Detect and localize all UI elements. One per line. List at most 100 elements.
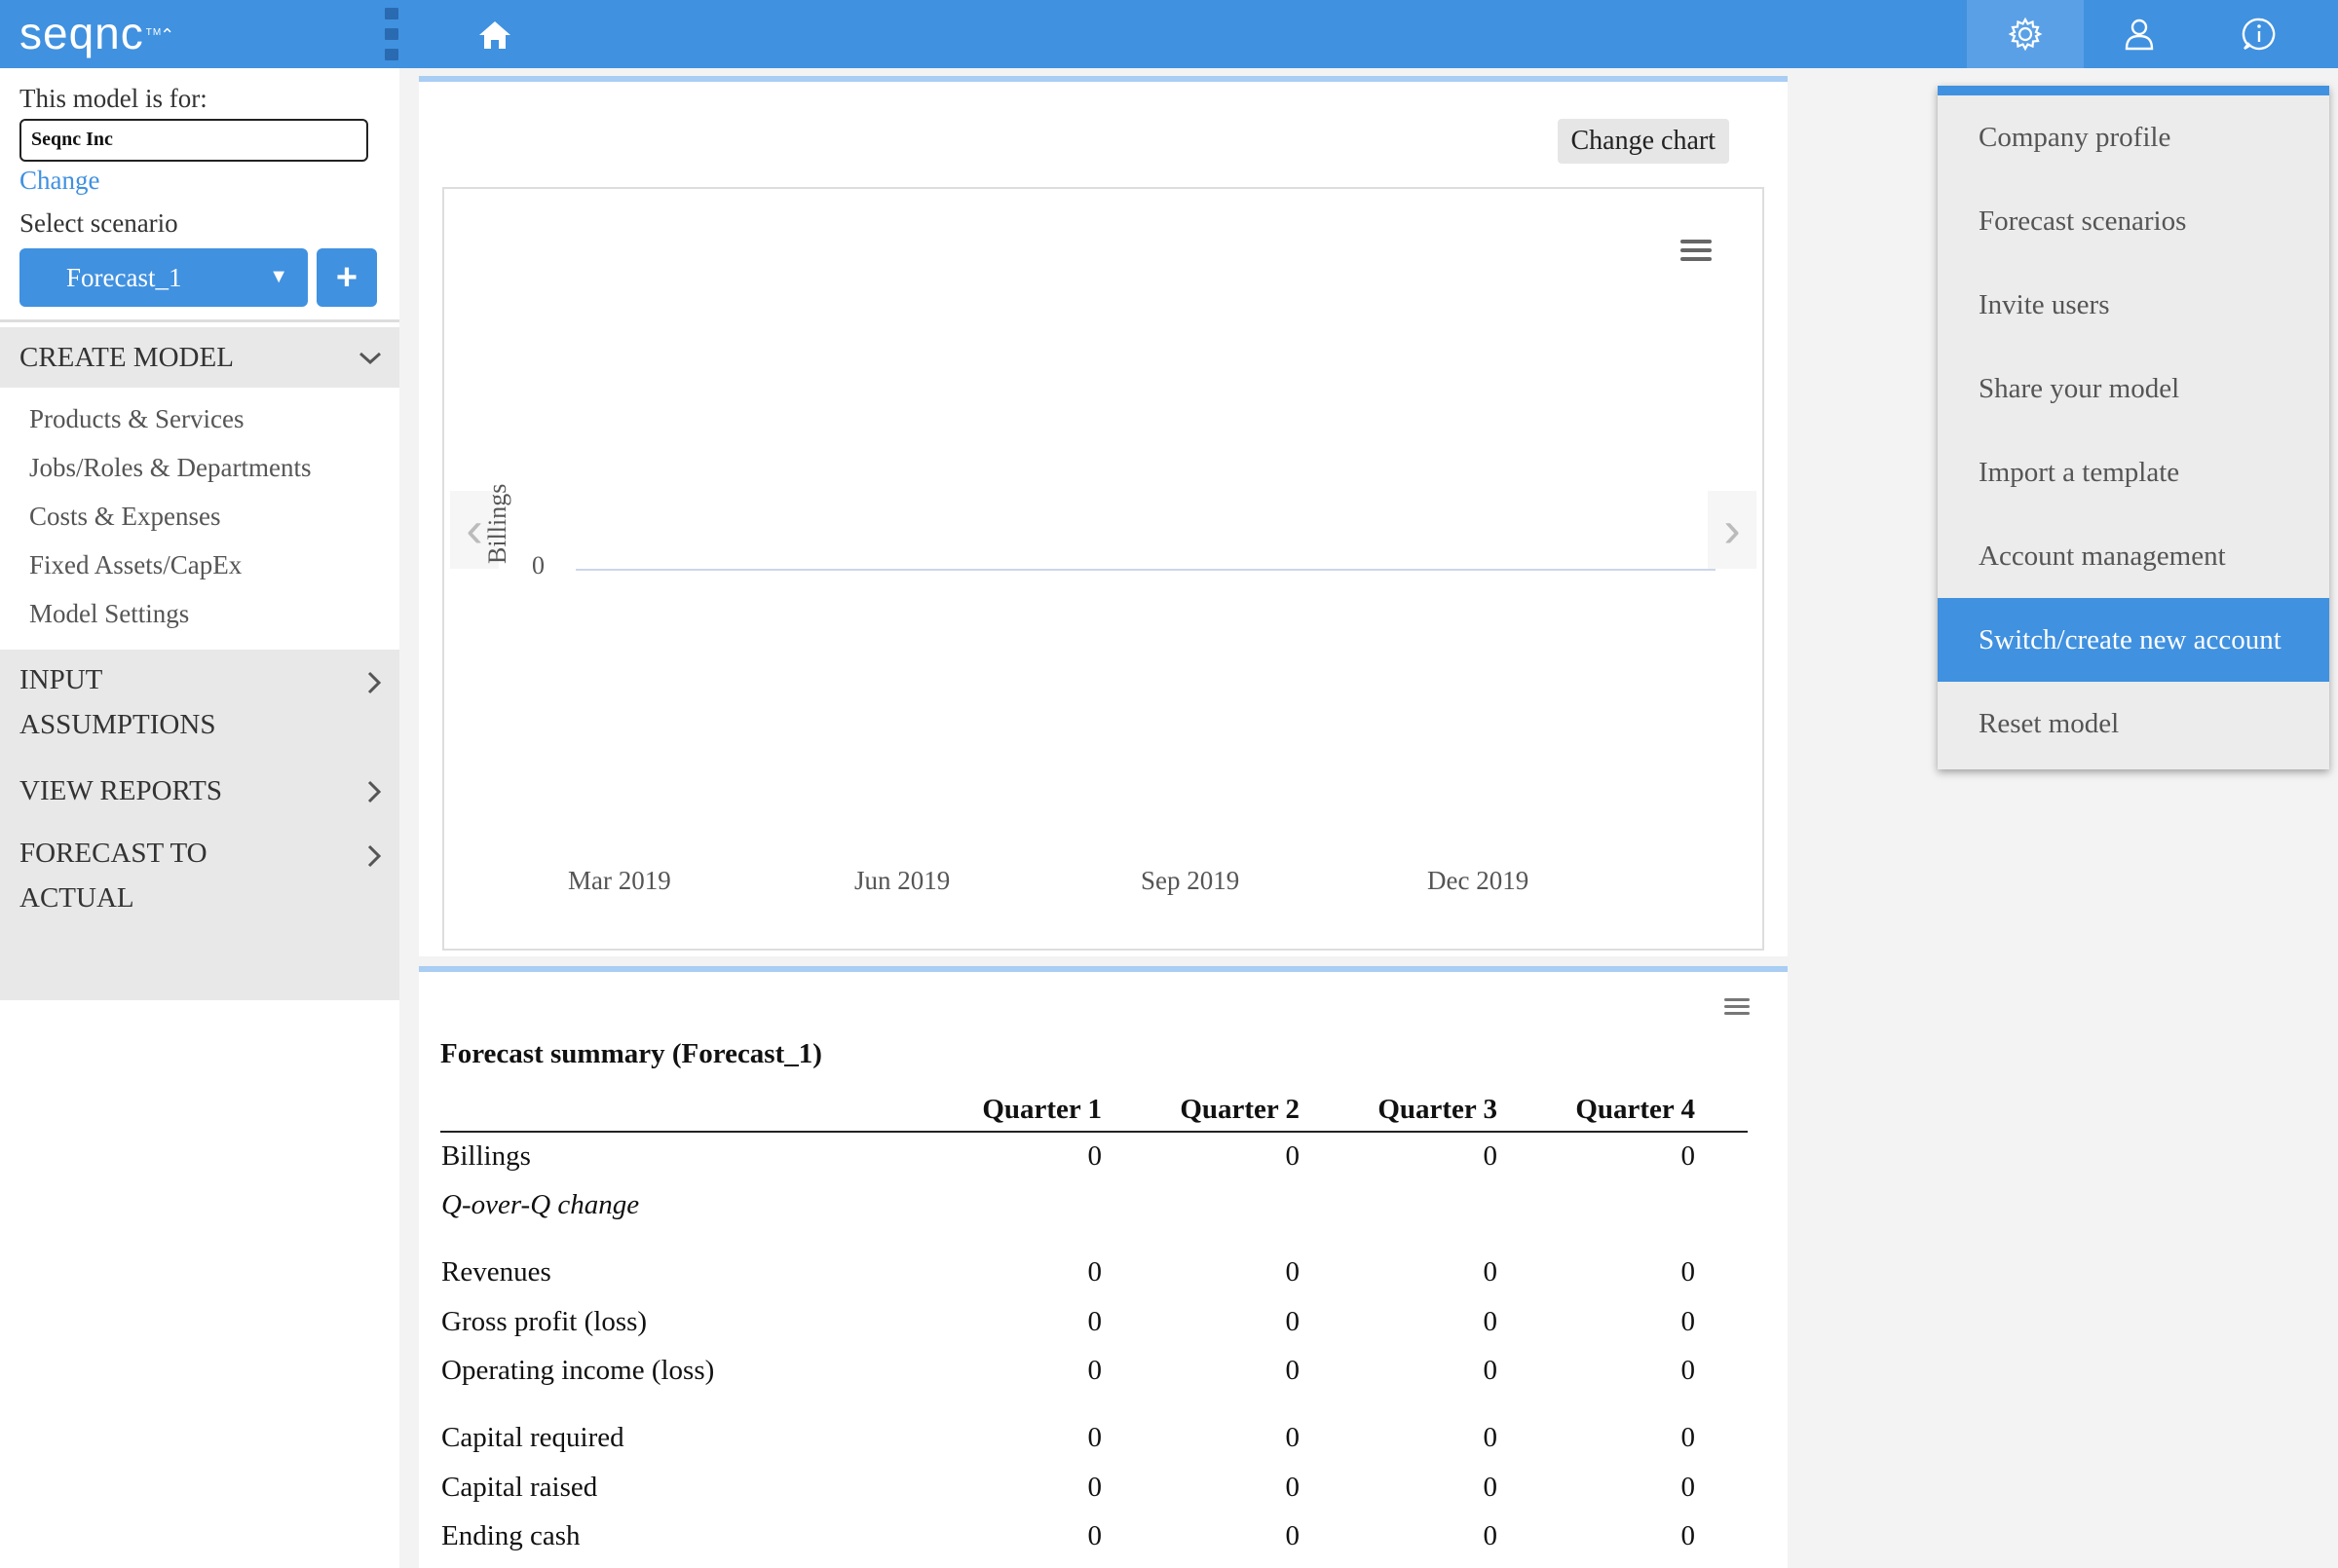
row-label: Billings xyxy=(441,1140,531,1172)
row-label: Gross profit (loss) xyxy=(441,1305,648,1337)
row-label: Q-over-Q change xyxy=(441,1188,640,1220)
sidebar-item-costs-expenses[interactable]: Costs & Expenses xyxy=(29,502,221,532)
cell-value: 0 xyxy=(1483,1140,1498,1172)
chart-x-tick-label: Sep 2019 xyxy=(1141,866,1240,895)
table-row: Billings 0 0 0 0 xyxy=(440,1132,1748,1180)
cell-value: 0 xyxy=(1483,1471,1498,1503)
table-header-blank xyxy=(440,1089,957,1132)
chart-next-arrow-icon[interactable]: › xyxy=(1708,491,1756,569)
cell-value: 0 xyxy=(1680,1354,1696,1386)
cell-value: 0 xyxy=(1483,1256,1498,1288)
sidebar-section-label: ACTUAL xyxy=(19,882,134,914)
home-icon xyxy=(479,21,510,49)
forecast-summary-card: Forecast summary (Forecast_1) Quarter 1 … xyxy=(419,966,1788,1568)
chart-x-tick-label: Dec 2019 xyxy=(1427,866,1529,895)
table-row: Q-over-Q change xyxy=(440,1180,1748,1229)
sidebar-divider xyxy=(0,319,399,322)
cell-value xyxy=(1352,1180,1550,1229)
user-icon xyxy=(2125,19,2154,51)
menu-item-forecast-scenarios[interactable]: Forecast scenarios xyxy=(1938,179,2329,263)
cell-value: 0 xyxy=(1680,1471,1696,1503)
cell-value: 0 xyxy=(1680,1422,1696,1453)
menu-item-invite-users[interactable]: Invite users xyxy=(1938,263,2329,347)
chart-zero-line xyxy=(576,569,1716,571)
gear-icon xyxy=(2008,17,2043,52)
sidebar-section-forecast-to-actual[interactable]: FORECAST TO ACTUAL xyxy=(19,831,399,940)
cell-value: 0 xyxy=(1285,1256,1301,1288)
cell-value: 0 xyxy=(1285,1422,1301,1453)
table-row: Capital raised 0 0 0 0 xyxy=(440,1463,1748,1512)
model-for-label: This model is for: xyxy=(19,84,207,113)
seqnc-logo[interactable]: seqnc TM ⌃ xyxy=(19,4,174,62)
table-row: Operating income (loss) 0 0 0 0 xyxy=(440,1346,1748,1395)
home-button[interactable] xyxy=(475,18,514,53)
table-row: Revenues 0 0 0 0 xyxy=(440,1229,1748,1297)
summary-menu-icon[interactable] xyxy=(1723,995,1751,1017)
cell-value: 0 xyxy=(1285,1305,1301,1337)
caret-down-icon: ▼ xyxy=(269,266,288,287)
chart-card: Change chart ‹ › Billings 0 Mar 2019 Jun… xyxy=(419,76,1788,956)
table-row: Capital required 0 0 0 0 xyxy=(440,1395,1748,1463)
sidebar: This model is for: Seqnc Inc Change Sele… xyxy=(0,68,399,1568)
chevron-down-icon xyxy=(358,352,382,365)
info-button[interactable] xyxy=(2201,0,2318,68)
sidebar-section-label: INPUT xyxy=(19,664,103,695)
sidebar-item-model-settings[interactable]: Model Settings xyxy=(29,599,189,629)
menu-item-account-management[interactable]: Account management xyxy=(1938,514,2329,598)
sidebar-section-create-model[interactable]: CREATE MODEL xyxy=(0,327,399,388)
cell-value: 0 xyxy=(1483,1305,1498,1337)
menu-item-import-a-template[interactable]: Import a template xyxy=(1938,430,2329,514)
chart-y-tick-label: 0 xyxy=(532,551,545,579)
change-chart-button[interactable]: Change chart xyxy=(1557,119,1729,164)
sidebar-item-fixed-assets[interactable]: Fixed Assets/CapEx xyxy=(29,550,242,580)
row-label: Capital raised xyxy=(441,1471,598,1503)
add-scenario-button[interactable]: + xyxy=(317,248,377,307)
cell-value xyxy=(1550,1180,1748,1229)
menu-item-reset-model[interactable]: Reset model xyxy=(1938,682,2329,765)
sidebar-section-input-assumptions[interactable]: INPUT ASSUMPTIONS xyxy=(19,657,399,766)
sidebar-section-label: VIEW REPORTS xyxy=(19,775,222,806)
menu-item-share-your-model[interactable]: Share your model xyxy=(1938,347,2329,430)
sidebar-item-jobs-roles[interactable]: Jobs/Roles & Departments xyxy=(29,453,311,483)
table-header-quarter-1: Quarter 1 xyxy=(982,1094,1102,1125)
company-name-field[interactable]: Seqnc Inc xyxy=(19,119,368,162)
scenario-select-value: Forecast_1 xyxy=(66,262,182,292)
sidebar-section-view-reports[interactable]: VIEW REPORTS xyxy=(19,766,399,831)
chart-x-tick-label: Jun 2019 xyxy=(854,866,951,895)
sidebar-sections-group: INPUT ASSUMPTIONS VIEW REPORTS FORECAST … xyxy=(0,650,399,1000)
cell-value: 0 xyxy=(1680,1140,1696,1172)
table-header-row: Quarter 1 Quarter 2 Quarter 3 Quarter 4 xyxy=(440,1089,1748,1132)
cell-value: 0 xyxy=(1483,1354,1498,1386)
change-company-link[interactable]: Change xyxy=(19,166,99,196)
cell-value: 0 xyxy=(1680,1519,1696,1551)
sidebar-collapse-handle[interactable] xyxy=(385,8,398,60)
user-button[interactable] xyxy=(2081,0,2198,68)
forecast-summary-title: Forecast summary (Forecast_1) xyxy=(440,1038,822,1069)
cell-value: 0 xyxy=(1087,1354,1103,1386)
table-header-quarter-4: Quarter 4 xyxy=(1575,1094,1695,1125)
logo-caret-icon: ⌃ xyxy=(160,25,176,45)
chevron-right-icon xyxy=(367,671,382,694)
cell-value: 0 xyxy=(1680,1256,1696,1288)
row-label: Capital required xyxy=(441,1422,624,1453)
cell-value: 0 xyxy=(1680,1305,1696,1337)
menu-item-switch-create-account[interactable]: Switch/create new account xyxy=(1938,598,2329,682)
scenario-select[interactable]: Forecast_1 ▼ xyxy=(19,248,308,307)
top-navigation-bar: seqnc TM ⌃ xyxy=(0,0,2338,68)
settings-button[interactable] xyxy=(1967,0,2084,68)
row-label: Operating income (loss) xyxy=(441,1354,715,1386)
cell-value: 0 xyxy=(1087,1519,1103,1551)
cell-value xyxy=(1154,1180,1352,1229)
info-icon xyxy=(2242,18,2276,51)
cell-value: 0 xyxy=(1483,1422,1498,1453)
cell-value: 0 xyxy=(1087,1471,1103,1503)
chart-menu-icon[interactable] xyxy=(1678,236,1714,265)
sidebar-section-label: ASSUMPTIONS xyxy=(19,709,216,740)
forecast-summary-table: Quarter 1 Quarter 2 Quarter 3 Quarter 4 … xyxy=(440,1089,1748,1560)
menu-item-company-profile[interactable]: Company profile xyxy=(1938,95,2329,179)
cell-value: 0 xyxy=(1483,1519,1498,1551)
sidebar-item-products-services[interactable]: Products & Services xyxy=(29,404,244,434)
cell-value: 0 xyxy=(1087,1256,1103,1288)
table-header-quarter-3: Quarter 3 xyxy=(1377,1094,1497,1125)
billings-chart: ‹ › Billings 0 Mar 2019 Jun 2019 Sep 201… xyxy=(442,187,1764,951)
